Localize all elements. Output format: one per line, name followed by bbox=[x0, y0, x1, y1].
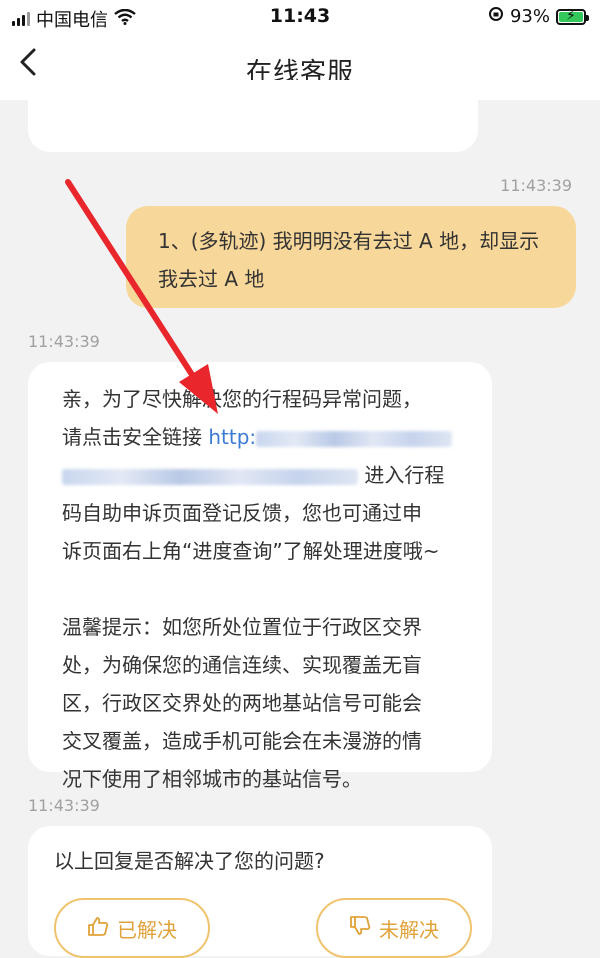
bot-message-time: 11:43:39 bbox=[28, 332, 100, 351]
previous-bot-bubble bbox=[28, 80, 478, 152]
thumbs-up-icon bbox=[87, 915, 109, 942]
bot-message-line: 码自助申诉页面登记反馈，您也可通过申 bbox=[62, 501, 422, 525]
solved-label: 已解决 bbox=[117, 917, 177, 942]
status-bar: 中国电信 11:43 93% ⚡ bbox=[0, 0, 600, 34]
battery-percent: 93% bbox=[509, 6, 550, 27]
unsolved-label: 未解决 bbox=[379, 917, 439, 942]
bot-message-text: 进入行程 bbox=[358, 463, 445, 487]
battery-icon: ⚡ bbox=[556, 8, 589, 25]
blurred-link-segment bbox=[256, 430, 453, 447]
unsolved-button[interactable]: 未解决 bbox=[316, 898, 472, 958]
tip-line: 处，为确保您的通信连续、实现覆盖无盲 bbox=[62, 653, 422, 677]
user-message-bubble: 1、(多轨迹) 我明明没有去过 A 地，却显示 我去过 A 地 bbox=[126, 206, 576, 308]
bot-message-text: 请点击安全链接 bbox=[62, 425, 209, 449]
orientation-lock-icon bbox=[488, 6, 504, 27]
thumbs-down-icon bbox=[349, 915, 371, 942]
security-link[interactable]: http: bbox=[208, 425, 453, 449]
bot-message-line: 请点击安全链接 http: bbox=[62, 418, 476, 456]
bot-message-line: 进入行程 bbox=[62, 456, 476, 494]
survey-time: 11:43:39 bbox=[28, 796, 100, 815]
bot-message-line: 诉页面右上角“进度查询”了解处理进度哦~ bbox=[62, 539, 440, 563]
tip-line: 况下使用了相邻城市的基站信号。 bbox=[62, 767, 362, 791]
user-message-line: 我去过 A 地 bbox=[158, 267, 265, 291]
survey-bubble: 以上回复是否解决了您的问题? 已解决 未解决 bbox=[28, 826, 492, 958]
tip-line: 温馨提示：如您所处位置位于行政区交界 bbox=[62, 615, 422, 639]
solved-button[interactable]: 已解决 bbox=[54, 898, 210, 958]
link-text: http: bbox=[208, 425, 257, 449]
survey-question: 以上回复是否解决了您的问题? bbox=[54, 849, 325, 873]
blurred-link-segment[interactable] bbox=[62, 468, 358, 485]
user-message-line: 1、(多轨迹) 我明明没有去过 A 地，却显示 bbox=[158, 229, 540, 253]
tip-line: 交叉覆盖，造成手机可能会在未漫游的情 bbox=[62, 729, 422, 753]
tip-line: 区，行政区交界处的两地基站信号可能会 bbox=[62, 691, 422, 715]
bot-message-line: 亲，为了尽快解决您的行程码异常问题， bbox=[62, 387, 422, 411]
user-message-time: 11:43:39 bbox=[500, 176, 572, 195]
status-right: 93% ⚡ bbox=[488, 6, 589, 27]
bot-message-bubble: 亲，为了尽快解决您的行程码异常问题， 请点击安全链接 http: 进入行程 码自… bbox=[28, 362, 492, 791]
